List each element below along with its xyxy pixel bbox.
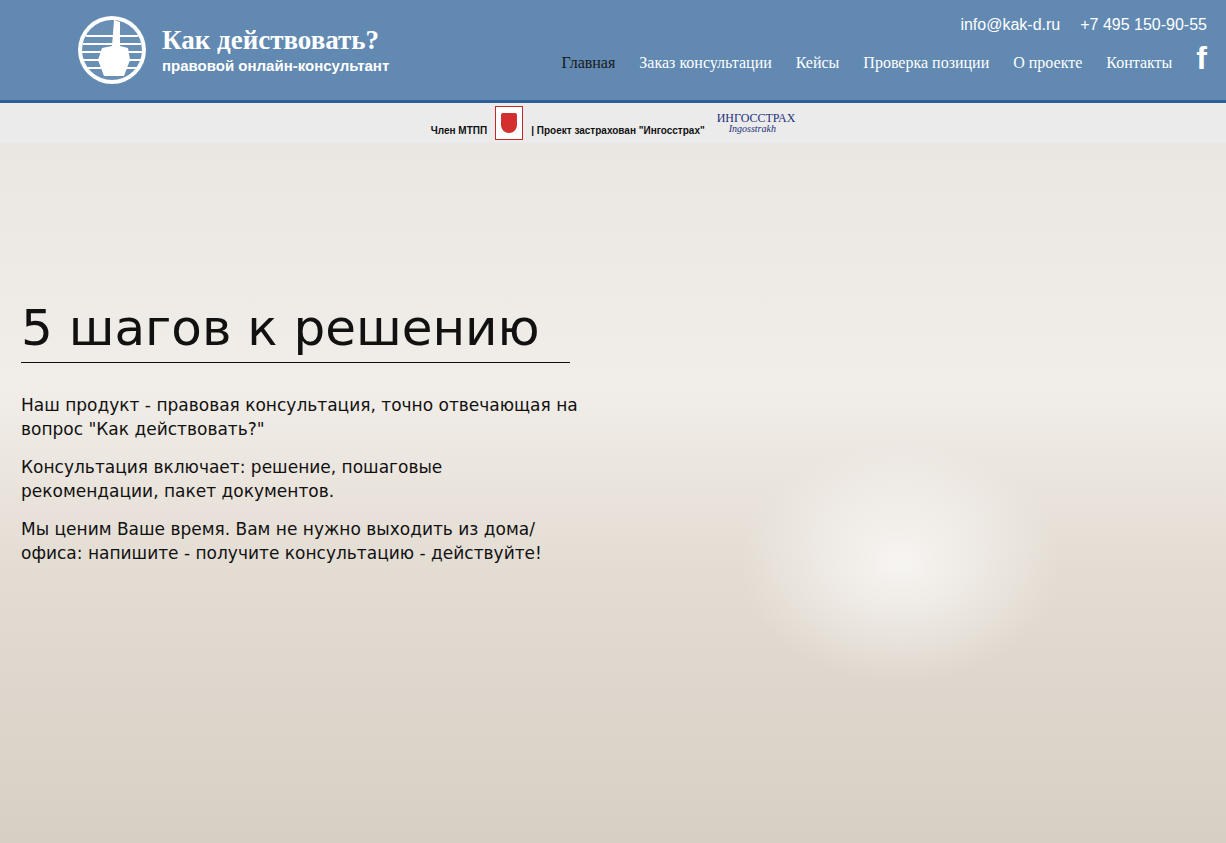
- mtpp-logo-icon: [495, 106, 523, 140]
- header: Как действовать? правовой онлайн-консуль…: [0, 0, 1226, 103]
- logo-subtitle: правовой онлайн-консультант: [162, 57, 389, 74]
- hero-paragraph: Наш продукт - правовая консультация, точ…: [21, 393, 581, 441]
- phone-link[interactable]: +7 495 150-90-55: [1080, 16, 1207, 34]
- hero: 5 шагов к решению Наш продукт - правовая…: [0, 143, 1226, 843]
- hero-paragraph: Консультация включает: решение, пошаговы…: [21, 455, 581, 503]
- page: Как действовать? правовой онлайн-консуль…: [0, 0, 1226, 843]
- main-nav: Главная Заказ консультации Кейсы Проверка п…: [562, 52, 1207, 74]
- badges-strip: Член МТПП | Проект застрахован "Ингосстр…: [0, 103, 1226, 143]
- nav-item[interactable]: Проверка позиции: [863, 54, 989, 72]
- nav-item[interactable]: Заказ консультации: [639, 54, 771, 72]
- logo-title: Как действовать?: [162, 26, 389, 56]
- facebook-icon[interactable]: f: [1196, 42, 1207, 74]
- nav-item[interactable]: Главная: [562, 54, 616, 72]
- hand-logo-icon: [76, 14, 148, 86]
- member-label: Член МТПП: [431, 125, 487, 136]
- nav-item[interactable]: О проекте: [1013, 54, 1082, 72]
- logo[interactable]: Как действовать? правовой онлайн-консуль…: [76, 0, 389, 100]
- hero-paragraph: Мы ценим Ваше время. Вам не нужно выходи…: [21, 517, 581, 565]
- nav-item[interactable]: Кейсы: [796, 54, 840, 72]
- hero-title: 5 шагов к решению: [21, 298, 570, 363]
- contacts: info@kak-d.ru +7 495 150-90-55: [960, 16, 1207, 34]
- insured-label: | Проект застрахован "Ингосстрах": [531, 125, 705, 136]
- ingosstrakh-logo: ИНГОССТРАХ Ingosstrakh: [717, 112, 796, 134]
- email-link[interactable]: info@kak-d.ru: [960, 16, 1060, 34]
- nav-item[interactable]: Контакты: [1106, 54, 1172, 72]
